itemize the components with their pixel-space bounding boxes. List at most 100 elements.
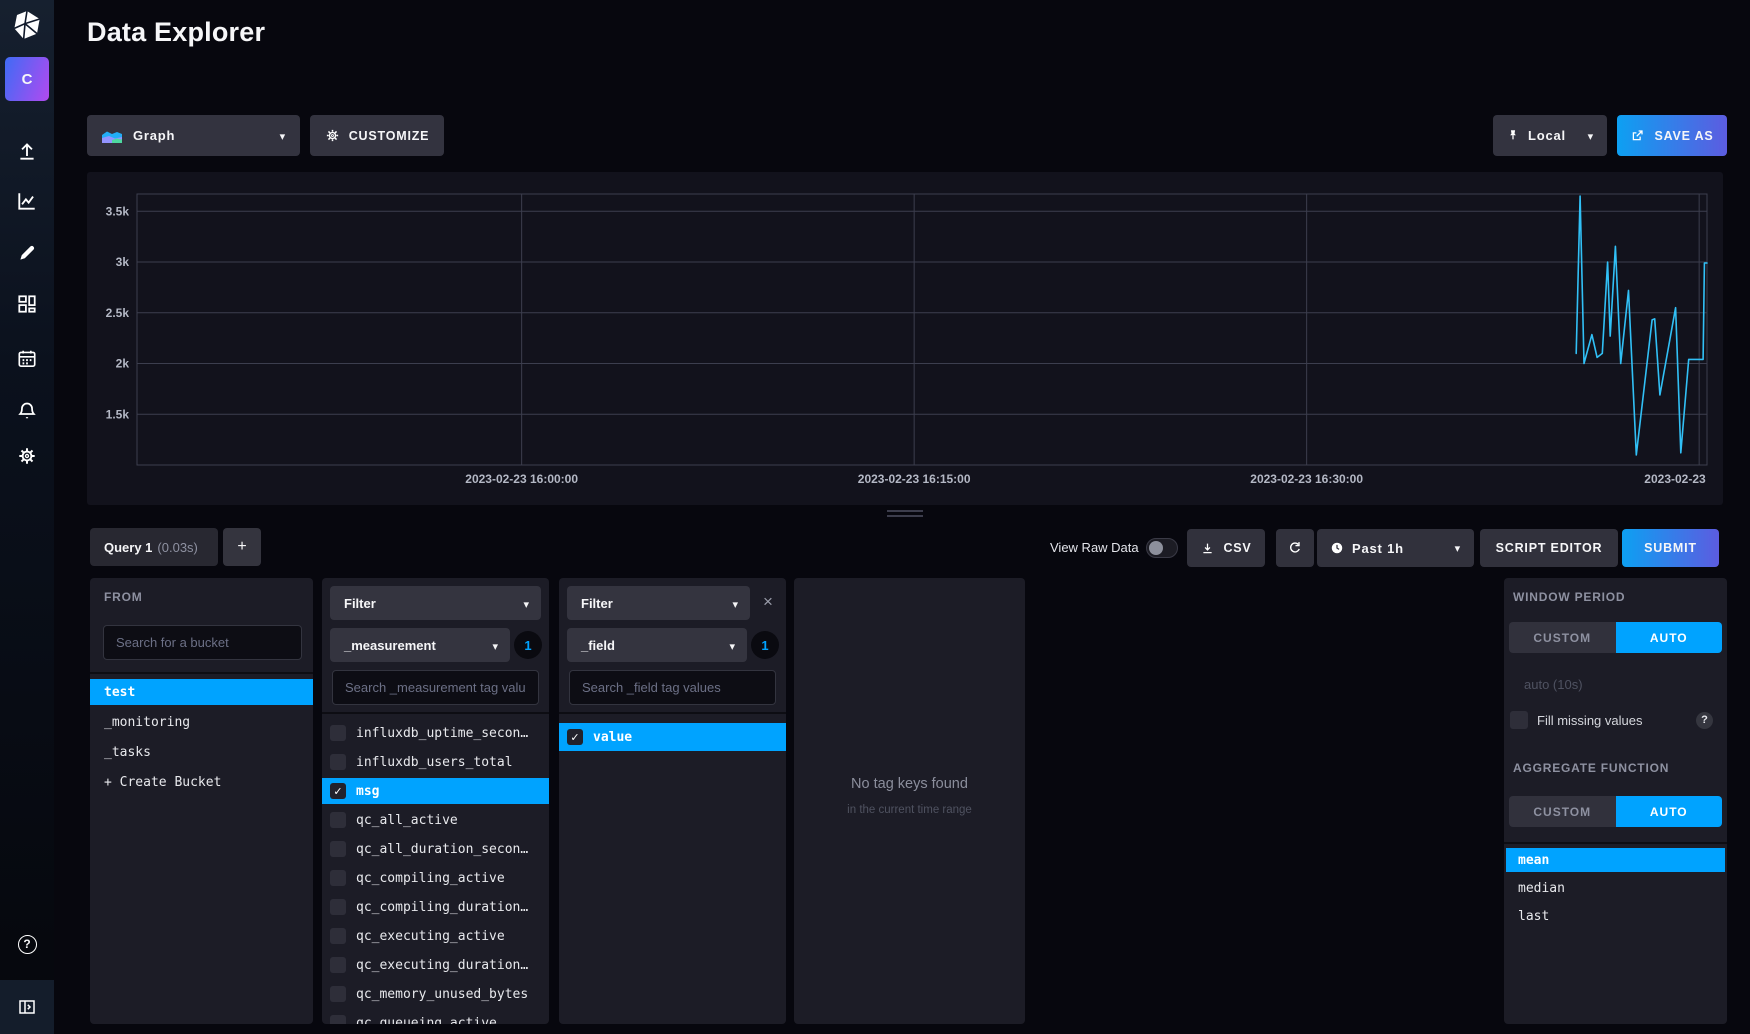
chart-panel[interactable]: 1.5k2k2.5k3k3.5k2023-02-23 16:00:002023-… [87, 172, 1723, 505]
visualization-type-value: Graph [101, 128, 175, 144]
view-raw-data-toggle[interactable] [1146, 538, 1178, 558]
measurement-list-item[interactable]: ✓ influxdb_users_total [322, 749, 549, 775]
checkbox: ✓ [330, 783, 346, 799]
svg-text:3k: 3k [116, 255, 130, 269]
measurement-name: qc_memory_unused_bytes [356, 987, 528, 1002]
measurement-list-item[interactable]: ✓ qc_compiling_duration… [322, 894, 549, 920]
resize-drag-handle[interactable] [885, 510, 925, 520]
filter-type-dropdown[interactable]: Filter [567, 586, 750, 620]
aggregate-custom-button[interactable]: CUSTOM [1509, 796, 1616, 827]
query-tab-label: Query 1 [104, 540, 152, 555]
measurement-list-item[interactable]: ✓ influxdb_uptime_secon… [322, 720, 549, 746]
bucket-list-item[interactable]: _monitoring [90, 709, 313, 735]
local-dropdown[interactable]: Local [1493, 115, 1607, 156]
data-explorer-icon[interactable] [15, 189, 39, 213]
checkbox: ✓ [330, 725, 346, 741]
submit-button[interactable]: SUBMIT [1622, 529, 1719, 567]
settings-gear-icon[interactable] [15, 444, 39, 468]
bucket-list-item[interactable]: test [90, 679, 313, 705]
notebooks-pencil-icon[interactable] [15, 241, 39, 265]
visualization-type-dropdown[interactable]: Graph [87, 115, 300, 156]
csv-label: CSV [1223, 541, 1251, 555]
close-filter-icon[interactable] [758, 592, 778, 612]
window-period-title: WINDOW PERIOD [1513, 590, 1625, 604]
svg-text:1.5k: 1.5k [106, 407, 130, 421]
window-custom-button[interactable]: CUSTOM [1509, 622, 1616, 653]
measurement-name: qc_all_active [356, 813, 458, 828]
measurement-list-item[interactable]: ✓ qc_memory_unused_bytes [322, 981, 549, 1007]
checkbox: ✓ [330, 1015, 346, 1024]
field-list: ✓ value [559, 712, 786, 1024]
checkbox: ✓ [330, 957, 346, 973]
bucket-search-input[interactable] [103, 625, 302, 660]
checkbox: ✓ [330, 870, 346, 886]
pin-icon [1506, 128, 1520, 143]
field-search-input[interactable] [569, 670, 776, 705]
field-key-dropdown[interactable]: _field [567, 628, 747, 662]
measurement-list-item[interactable]: ✓ qc_compiling_active [322, 865, 549, 891]
from-panel: FROM test _monitoring _tasks + Create Bu… [90, 578, 313, 1024]
time-range-dropdown[interactable]: Past 1h [1317, 529, 1474, 567]
checkbox: ✓ [567, 729, 583, 745]
time-series-chart[interactable]: 1.5k2k2.5k3k3.5k2023-02-23 16:00:002023-… [87, 172, 1723, 505]
measurement-name: qc_executing_duration… [356, 958, 528, 973]
aggregate-function-item[interactable]: last [1506, 904, 1725, 928]
window-period-toggle: CUSTOM AUTO [1509, 622, 1722, 653]
aggregate-function-item[interactable]: mean [1506, 848, 1725, 872]
measurement-search-input[interactable] [332, 670, 539, 705]
measurement-name: qc_all_duration_secon… [356, 842, 528, 857]
bucket-list: test _monitoring _tasks + Create Bucket [90, 672, 313, 1024]
aggregate-function-item[interactable]: median [1506, 876, 1725, 900]
filter-type-dropdown[interactable]: Filter [330, 586, 541, 620]
measurement-list-item[interactable]: ✓ qc_all_duration_secon… [322, 836, 549, 862]
influxdb-data-explorer: C ? Data Explorer [0, 0, 1750, 1034]
refresh-button[interactable] [1276, 529, 1314, 567]
field-list-item[interactable]: ✓ value [559, 723, 786, 751]
aggregate-function-name: median [1518, 881, 1565, 896]
bucket-list-item[interactable]: + Create Bucket [90, 769, 313, 795]
time-range-label: Past 1h [1352, 541, 1404, 556]
expand-panel-icon[interactable] [0, 980, 54, 1034]
checkbox: ✓ [330, 754, 346, 770]
checkbox: ✓ [330, 928, 346, 944]
upload-icon[interactable] [15, 139, 39, 163]
measurement-list: ✓ influxdb_uptime_secon… ✓ influxdb_user… [322, 712, 549, 1024]
filter-type-label: Filter [344, 596, 376, 611]
window-auto-button[interactable]: AUTO [1616, 622, 1723, 653]
fill-missing-label: Fill missing values [1537, 713, 1642, 728]
org-avatar[interactable]: C [5, 57, 49, 101]
script-editor-button[interactable]: SCRIPT EDITOR [1480, 529, 1618, 567]
measurement-key-dropdown[interactable]: _measurement [330, 628, 510, 662]
measurement-list-item[interactable]: ✓ qc_all_active [322, 807, 549, 833]
help-icon[interactable]: ? [15, 932, 39, 956]
query-duration: (0.03s) [157, 540, 197, 555]
local-label: Local [1528, 128, 1566, 143]
fill-missing-checkbox[interactable] [1510, 711, 1528, 729]
dashboards-icon[interactable] [15, 292, 39, 316]
measurement-list-item[interactable]: ✓ qc_executing_active [322, 923, 549, 949]
measurement-list-item[interactable]: ✓ qc_queueing_active [322, 1010, 549, 1024]
bucket-list-item[interactable]: _tasks [90, 739, 313, 765]
svg-text:2k: 2k [116, 357, 130, 371]
measurement-list-item[interactable]: ✓ msg [322, 778, 549, 804]
csv-button[interactable]: CSV [1187, 529, 1265, 567]
check-icon: ✓ [333, 785, 342, 798]
save-as-button[interactable]: SAVE AS [1617, 115, 1727, 156]
time-range-value: Past 1h [1330, 541, 1404, 556]
alerts-bell-icon[interactable] [15, 399, 39, 423]
filter-measurement-panel: Filter _measurement 1 ✓ influxdb_uptime_… [322, 578, 549, 1024]
aggregate-function-name: mean [1518, 853, 1549, 868]
influxdb-logo-icon[interactable] [11, 9, 43, 41]
chevron-down-icon [732, 596, 738, 611]
customize-label: CUSTOMIZE [349, 129, 430, 143]
help-tooltip-icon[interactable] [1696, 712, 1713, 729]
customize-button[interactable]: CUSTOMIZE [310, 115, 444, 156]
custom-label: CUSTOM [1533, 805, 1591, 819]
measurement-list-item[interactable]: ✓ qc_executing_duration… [322, 952, 549, 978]
query-tab[interactable]: Query 1 (0.03s) [90, 528, 218, 566]
tasks-calendar-icon[interactable] [15, 347, 39, 371]
aggregate-auto-button[interactable]: AUTO [1616, 796, 1723, 827]
add-query-button[interactable]: + [223, 528, 261, 566]
svg-text:2023-02-23 16:00:00: 2023-02-23 16:00:00 [465, 472, 578, 486]
custom-label: CUSTOM [1533, 631, 1591, 645]
